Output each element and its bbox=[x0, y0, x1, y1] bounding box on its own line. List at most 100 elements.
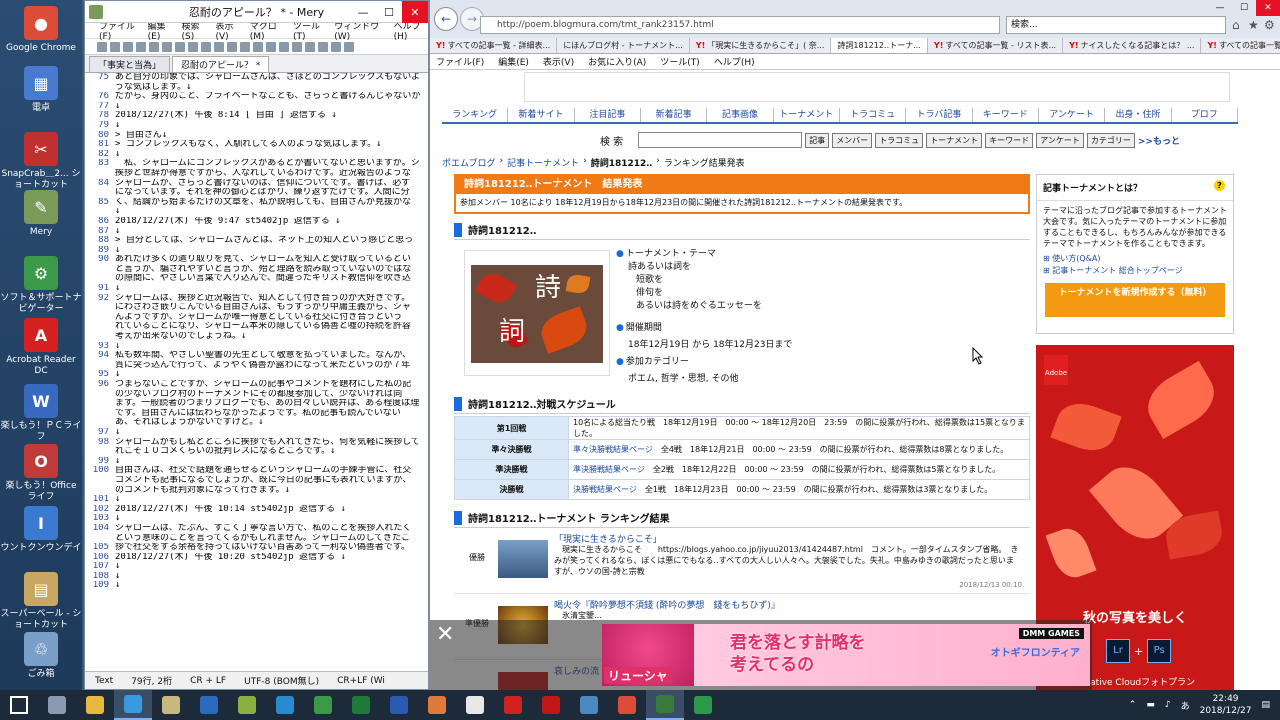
toolbar-tool-icon[interactable] bbox=[175, 41, 185, 52]
desktop-icon[interactable]: ✎ Mery bbox=[0, 190, 82, 238]
browser-tab[interactable]: 詩詞181212‥トーナ... bbox=[831, 38, 928, 53]
rank-thumbnail[interactable] bbox=[498, 540, 548, 578]
browser-menu-item[interactable]: ヘルプ(H) bbox=[714, 55, 755, 68]
taskbar-internet-explorer-icon[interactable] bbox=[114, 690, 152, 720]
browser-tab[interactable]: Y! 「現実に生きるからこそ」( 奈... bbox=[689, 38, 832, 53]
site-nav-item[interactable]: プロフ bbox=[1172, 108, 1238, 122]
browser-tab[interactable]: Y! すべての記事一覧 - 詳細表... bbox=[430, 38, 558, 53]
toolbar-tool-icon[interactable] bbox=[305, 41, 315, 52]
toolbar-tool-icon[interactable] bbox=[97, 41, 107, 52]
toolbar-tool-icon[interactable] bbox=[318, 41, 328, 52]
side-link-top[interactable]: ⊞ 記事トーナメント 総合トップページ bbox=[1037, 265, 1233, 277]
toolbar-tool-icon[interactable] bbox=[123, 41, 133, 52]
site-nav-item[interactable]: キーワード bbox=[973, 108, 1039, 122]
taskbar-explorer-icon[interactable] bbox=[76, 690, 114, 720]
toolbar-tool-icon[interactable] bbox=[201, 41, 211, 52]
breadcrumb-item[interactable]: 記事トーナメント bbox=[507, 156, 579, 169]
desktop-icon[interactable]: ▦ 電卓 bbox=[0, 66, 82, 114]
toolbar-tool-icon[interactable] bbox=[292, 41, 302, 52]
site-nav-item[interactable]: トラコミュ bbox=[840, 108, 907, 122]
toolbar-tool-icon[interactable] bbox=[227, 41, 237, 52]
dmm-ad-banner[interactable]: リューシャ 君を落とす計略を 考えてるの DMM GAMES オトギフロンティア bbox=[602, 624, 1090, 686]
schedule-result-link[interactable]: 準決勝戦結果ページ bbox=[573, 465, 645, 474]
ime-icon[interactable]: あ bbox=[1181, 699, 1190, 712]
toolbar-tool-icon[interactable] bbox=[253, 41, 263, 52]
browser-minimize-icon[interactable]: — bbox=[1208, 0, 1232, 16]
taskbar-game-icon[interactable] bbox=[418, 690, 456, 720]
taskbar-outlook-icon[interactable] bbox=[190, 690, 228, 720]
more-link[interactable]: >>もっと bbox=[1138, 134, 1180, 147]
taskbar-task-view-icon[interactable] bbox=[38, 690, 76, 720]
status-encoding[interactable]: UTF-8 (BOM無し) bbox=[244, 674, 319, 687]
site-nav-item[interactable]: 新着サイト bbox=[508, 108, 575, 122]
breadcrumb-item[interactable]: 詩詞181212‥ bbox=[591, 156, 653, 169]
toolbar-tool-icon[interactable] bbox=[149, 41, 159, 52]
back-icon[interactable]: ← bbox=[434, 7, 458, 31]
site-nav-item[interactable]: 記事画像 bbox=[707, 108, 774, 122]
taskbar-tablet-icon[interactable] bbox=[570, 690, 608, 720]
minimize-icon[interactable]: — bbox=[350, 1, 376, 23]
schedule-result-link[interactable]: 決勝戦結果ページ bbox=[573, 485, 637, 494]
desktop-icon[interactable]: A Acrobat Reader DC bbox=[0, 318, 82, 377]
toolbar-tool-icon[interactable] bbox=[214, 41, 224, 52]
desktop-icon[interactable]: ♲ ごみ箱 bbox=[0, 632, 82, 680]
schedule-result-link[interactable]: 準々決勝戦結果ページ bbox=[573, 445, 653, 454]
toolbar-tool-icon[interactable] bbox=[136, 41, 146, 52]
browser-menu-item[interactable]: 編集(E) bbox=[498, 55, 529, 68]
site-nav-item[interactable]: アンケート bbox=[1039, 108, 1106, 122]
site-nav-item[interactable]: 出身・住所 bbox=[1105, 108, 1172, 122]
maximize-icon[interactable]: ☐ bbox=[376, 1, 402, 23]
desktop-icon[interactable]: ▤ スーパーベール - ショートカット bbox=[0, 572, 82, 631]
browser-menu-item[interactable]: 表示(V) bbox=[543, 55, 574, 68]
toolbar-tool-icon[interactable] bbox=[188, 41, 198, 52]
site-search-button[interactable]: キーワード bbox=[985, 132, 1034, 148]
help-icon[interactable]: ? bbox=[1214, 180, 1225, 191]
taskbar-chrome-icon[interactable] bbox=[608, 690, 646, 720]
network-icon[interactable]: ▬ bbox=[1146, 700, 1155, 710]
browser-window[interactable]: ← → http://poem.blogmura.com/tmt_rank231… bbox=[429, 0, 1280, 690]
site-nav-item[interactable]: 注目記事 bbox=[575, 108, 641, 122]
url-input[interactable]: http://poem.blogmura.com/tmt_rank23157.h… bbox=[480, 16, 1000, 34]
taskbar-pen-icon[interactable] bbox=[456, 690, 494, 720]
volume-icon[interactable]: ♪ bbox=[1165, 700, 1171, 710]
desktop-icon[interactable]: ✂ SnapCrab＿2... ショートカット bbox=[0, 132, 82, 191]
mery-text-area[interactable]: 75 あと自分の印象では、シャロームさんは、さほどのコンプレックスもないよ うな気は… bbox=[85, 73, 428, 671]
favorites-star-icon[interactable]: ★ bbox=[1248, 18, 1259, 32]
taskbar-support-icon[interactable] bbox=[304, 690, 342, 720]
create-tournament-button[interactable]: トーナメントを新規作成する（無料） bbox=[1045, 283, 1225, 317]
close-icon[interactable]: ✕ bbox=[402, 1, 428, 23]
browser-menu-item[interactable]: ファイル(F) bbox=[436, 55, 484, 68]
browser-tab[interactable]: Y!すべての記事一覧 - リスト表... bbox=[927, 38, 1064, 53]
site-search-button[interactable]: トラコミュ bbox=[875, 132, 924, 148]
home-icon[interactable]: ⌂ bbox=[1232, 18, 1240, 32]
desktop-icon[interactable]: W 楽しもう！ＰＣライフ bbox=[0, 384, 82, 443]
breadcrumb-item[interactable]: ポエムブログ bbox=[442, 156, 495, 169]
tray-up-icon[interactable]: ⌃ bbox=[1129, 700, 1137, 710]
toolbar-tool-icon[interactable] bbox=[344, 41, 354, 52]
site-search-button[interactable]: 記事 bbox=[805, 132, 830, 148]
site-search-button[interactable]: トーナメント bbox=[926, 132, 983, 148]
status-eol-type[interactable]: CR+LF (Wi bbox=[337, 676, 385, 686]
site-nav-item[interactable]: ランキング bbox=[442, 108, 509, 122]
notification-icon[interactable]: ▤ bbox=[1261, 700, 1270, 710]
taskbar-mery-icon[interactable] bbox=[646, 690, 684, 720]
taskbar-r-app-icon[interactable] bbox=[494, 690, 532, 720]
side-link-howto[interactable]: ⊞ 使い方(Q&A) bbox=[1037, 253, 1233, 265]
site-search-button[interactable]: メンバー bbox=[832, 132, 873, 148]
desktop-icon[interactable]: ⚙ ソフト＆サポートナビゲーター bbox=[0, 256, 82, 315]
mery-tab[interactable]: 「事実と当為」 bbox=[89, 56, 171, 72]
browser-tab[interactable]: Y!すべての記事一覧 - リスト表... bbox=[1201, 38, 1280, 53]
desktop-icon[interactable]: O 楽しもう！Office ライフ bbox=[0, 444, 82, 503]
browser-tab[interactable]: にほんブログ村 - トーナメント... bbox=[557, 38, 690, 53]
taskbar-word-icon[interactable] bbox=[380, 690, 418, 720]
browser-tab[interactable]: Y! ナイスしたくなる記事とは？ ... bbox=[1063, 38, 1202, 53]
ad-close-icon[interactable]: ✕ bbox=[436, 624, 460, 648]
browser-close-icon[interactable]: ✕ bbox=[1256, 0, 1280, 16]
toolbar-tool-icon[interactable] bbox=[240, 41, 250, 52]
taskbar-green-app-icon[interactable] bbox=[684, 690, 722, 720]
site-nav-item[interactable]: トラバ記事 bbox=[906, 108, 973, 122]
toolbar-tool-icon[interactable] bbox=[279, 41, 289, 52]
clock[interactable]: 22:49 2018/12/27 bbox=[1200, 693, 1252, 717]
browser-search-input[interactable]: 検索... bbox=[1006, 16, 1226, 34]
taskbar-mcafee-icon[interactable] bbox=[532, 690, 570, 720]
